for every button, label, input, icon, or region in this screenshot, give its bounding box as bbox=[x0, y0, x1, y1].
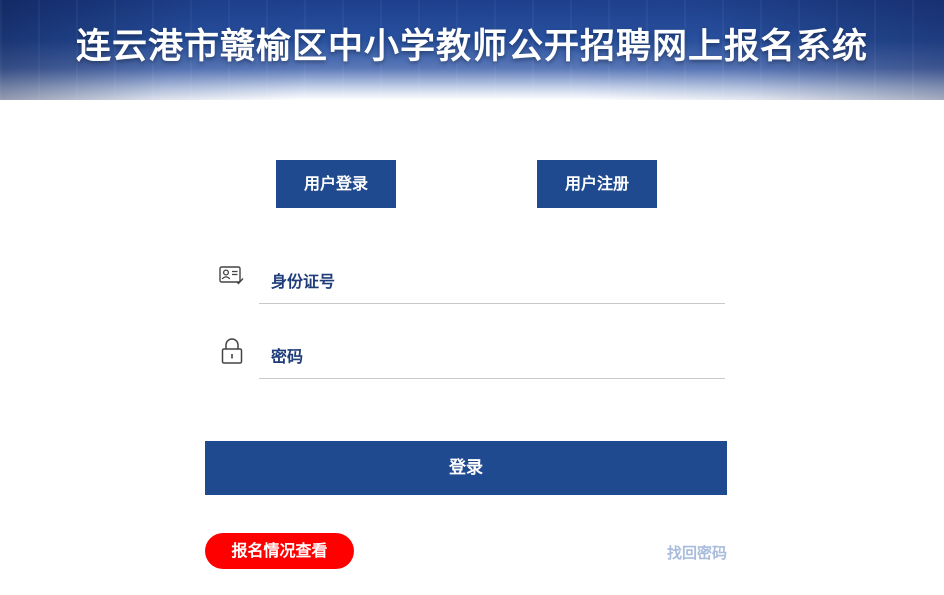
login-button[interactable]: 登录 bbox=[205, 441, 727, 495]
tab-user-register[interactable]: 用户注册 bbox=[537, 160, 657, 208]
page-title: 连云港市赣榆区中小学教师公开招聘网上报名系统 bbox=[75, 27, 868, 67]
id-card-icon bbox=[219, 264, 245, 290]
id-number-input[interactable] bbox=[259, 262, 729, 304]
password-input[interactable] bbox=[259, 337, 729, 379]
header-banner: 连云港市赣榆区中小学教师公开招聘网上报名系统 bbox=[0, 0, 944, 100]
lock-icon bbox=[219, 337, 245, 364]
password-underline bbox=[259, 378, 725, 379]
id-number-underline bbox=[259, 303, 725, 304]
forgot-password-link[interactable]: 找回密码 bbox=[667, 542, 727, 563]
registration-status-button[interactable]: 报名情况查看 bbox=[205, 533, 354, 569]
tab-user-login[interactable]: 用户登录 bbox=[276, 160, 396, 208]
